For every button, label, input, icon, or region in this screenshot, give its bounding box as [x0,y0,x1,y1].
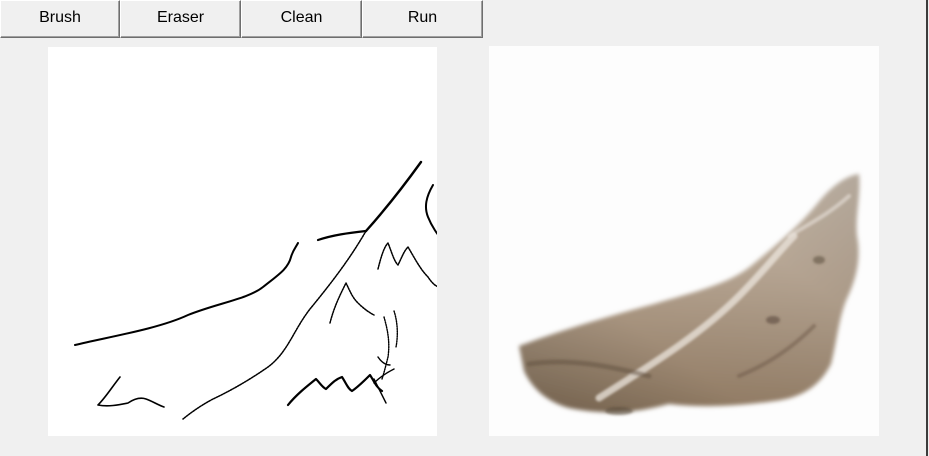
run-button[interactable]: Run [362,0,483,38]
sketch-canvas[interactable] [48,47,437,436]
clean-button[interactable]: Clean [241,0,362,38]
eraser-button[interactable]: Eraser [120,0,241,38]
toolbar: Brush Eraser Clean Run [0,0,483,38]
window-border [926,0,928,456]
brush-button[interactable]: Brush [0,0,120,38]
generated-terrain [519,174,860,415]
sketch-strokes [74,160,437,420]
output-image [489,46,879,436]
